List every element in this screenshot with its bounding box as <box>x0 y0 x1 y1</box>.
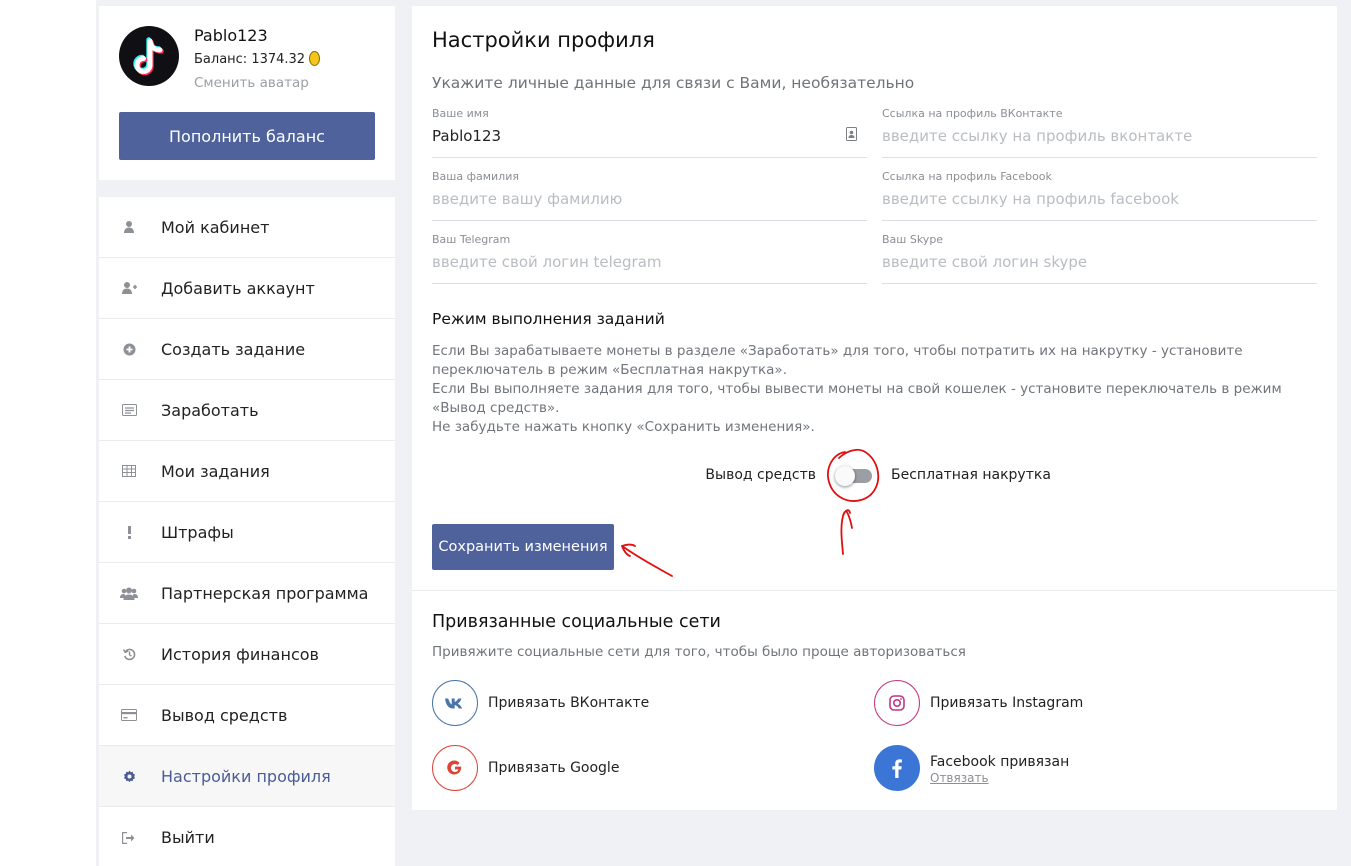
social-networks-title: Привязанные социальные сети <box>432 612 721 632</box>
balance-value: Баланс: 1374.32 <box>194 52 306 67</box>
sidebar-item-label: Штрафы <box>161 522 234 542</box>
avatar[interactable] <box>119 26 179 86</box>
users-icon <box>99 587 161 600</box>
sidebar-item-label: Добавить аккаунт <box>161 278 315 298</box>
balance-text: Баланс: 1374.32 <box>194 51 321 67</box>
sidebar-item-add-account[interactable]: Добавить аккаунт <box>99 258 395 319</box>
profile-card: Pablo123 Баланс: 1374.32 Сменить аватар … <box>99 6 395 180</box>
social-networks-subtitle: Привяжите социальные сети для того, чтоб… <box>432 644 966 660</box>
name-field: Ваше имя <box>432 107 867 158</box>
left-margin <box>0 0 96 866</box>
name-input[interactable] <box>432 127 832 145</box>
sidebar-item-label: Партнерская программа <box>161 583 369 603</box>
facebook-icon <box>874 745 920 791</box>
name-field-label: Ваше имя <box>432 107 489 120</box>
link-instagram-button[interactable]: Привязать Instagram <box>874 680 1083 726</box>
logout-icon <box>99 831 161 844</box>
link-google-label: Привязать Google <box>488 760 620 776</box>
facebook-linked-item: Facebook привязан Отвязать <box>874 745 1069 791</box>
user-plus-icon <box>99 281 161 295</box>
table-icon <box>99 465 161 477</box>
user-icon <box>99 220 161 234</box>
link-instagram-label: Привязать Instagram <box>930 695 1084 711</box>
sidebar-item-finance-history[interactable]: История финансов <box>99 624 395 685</box>
skype-field: Ваш Skype <box>882 233 1317 284</box>
surname-field-label: Ваша фамилия <box>432 170 519 183</box>
skype-input[interactable] <box>882 253 1282 271</box>
surname-field: Ваша фамилия <box>432 170 867 221</box>
section-divider <box>412 590 1337 591</box>
change-avatar-link[interactable]: Сменить аватар <box>194 75 309 91</box>
sidebar-item-logout[interactable]: Выйти <box>99 807 395 866</box>
telegram-input[interactable] <box>432 253 832 271</box>
telegram-field-label: Ваш Telegram <box>432 233 511 246</box>
telegram-field: Ваш Telegram <box>432 233 867 284</box>
profile-settings-card: Настройки профиля Укажите личные данные … <box>412 6 1337 810</box>
exclamation-icon <box>99 525 161 539</box>
withdraw-mode-label[interactable]: Вывод средств <box>705 467 816 483</box>
topup-balance-button[interactable]: Пополнить баланс <box>119 112 375 160</box>
contact-card-icon <box>846 126 857 145</box>
sidebar-item-label: Выйти <box>161 828 215 847</box>
skype-field-label: Ваш Skype <box>882 233 944 246</box>
gear-icon <box>99 770 161 783</box>
sidebar-item-label: Мои задания <box>161 461 270 481</box>
instagram-icon <box>874 680 920 726</box>
sidebar-item-label: Создать задание <box>161 339 306 359</box>
sidebar-item-profile-settings[interactable]: Настройки профиля <box>99 746 395 807</box>
sidebar-item-label: Заработать <box>161 400 259 420</box>
task-mode-line-2: Если Вы выполняете задания для того, что… <box>432 381 1282 416</box>
page-subtitle: Укажите личные данные для связи с Вами, … <box>432 74 915 92</box>
list-icon <box>99 404 161 416</box>
username: Pablo123 <box>194 26 268 45</box>
task-mode-title: Режим выполнения заданий <box>432 310 665 328</box>
tiktok-logo-icon <box>133 37 164 76</box>
facebook-link-input[interactable] <box>882 190 1282 208</box>
vk-link-field-label: Ссылка на профиль ВКонтакте <box>882 107 1063 120</box>
sidebar-item-create-task[interactable]: Создать задание <box>99 319 395 380</box>
sidebar-item-my-cabinet[interactable]: Мой кабинет <box>99 197 395 258</box>
facebook-linked-text: Facebook привязан Отвязать <box>930 751 1069 785</box>
facebook-linked-label: Facebook привязан <box>930 754 1070 770</box>
sidebar-item-partner-program[interactable]: Партнерская программа <box>99 563 395 624</box>
page-title: Настройки профиля <box>432 28 655 52</box>
free-boost-mode-label[interactable]: Бесплатная накрутка <box>891 467 1051 483</box>
sidebar-item-label: История финансов <box>161 644 319 664</box>
sidebar-item-label: Вывод средств <box>161 705 288 725</box>
vk-link-input[interactable] <box>882 127 1282 145</box>
coin-icon <box>309 51 321 66</box>
facebook-link-field: Ссылка на профиль Facebook <box>882 170 1317 221</box>
sidebar-item-penalties[interactable]: Штрафы <box>99 502 395 563</box>
facebook-link-field-label: Ссылка на профиль Facebook <box>882 170 1052 183</box>
task-mode-description: Если Вы зарабатываете монеты в разделе «… <box>432 342 1322 437</box>
plus-circle-icon <box>99 343 161 356</box>
task-mode-line-3: Не забудьте нажать кнопку «Сохранить изм… <box>432 419 815 435</box>
sidebar-item-my-tasks[interactable]: Мои задания <box>99 441 395 502</box>
vk-link-field: Ссылка на профиль ВКонтакте <box>882 107 1317 158</box>
link-vk-label: Привязать ВКонтакте <box>488 695 650 711</box>
link-google-button[interactable]: Привязать Google <box>432 745 619 791</box>
vk-icon <box>432 680 478 726</box>
sidebar-item-label: Настройки профиля <box>161 766 331 786</box>
surname-input[interactable] <box>432 190 832 208</box>
facebook-unlink-link[interactable]: Отвязать <box>930 771 1069 785</box>
sidebar-nav: Мой кабинет Добавить аккаунт Создать зад… <box>99 197 395 866</box>
toggle-knob <box>835 466 855 486</box>
link-vk-button[interactable]: Привязать ВКонтакте <box>432 680 649 726</box>
sidebar-item-label: Мой кабинет <box>161 217 270 237</box>
task-mode-line-1: Если Вы зарабатываете монеты в разделе «… <box>432 343 1243 378</box>
credit-card-icon <box>99 709 161 721</box>
task-mode-switch-row: Вывод средств Бесплатная накрутка <box>412 462 1337 492</box>
sidebar-item-withdraw[interactable]: Вывод средств <box>99 685 395 746</box>
sidebar-item-earn[interactable]: Заработать <box>99 380 395 441</box>
history-icon <box>99 648 161 661</box>
task-mode-toggle[interactable] <box>835 466 872 486</box>
save-changes-button[interactable]: Сохранить изменения <box>432 524 614 570</box>
google-icon <box>432 745 478 791</box>
